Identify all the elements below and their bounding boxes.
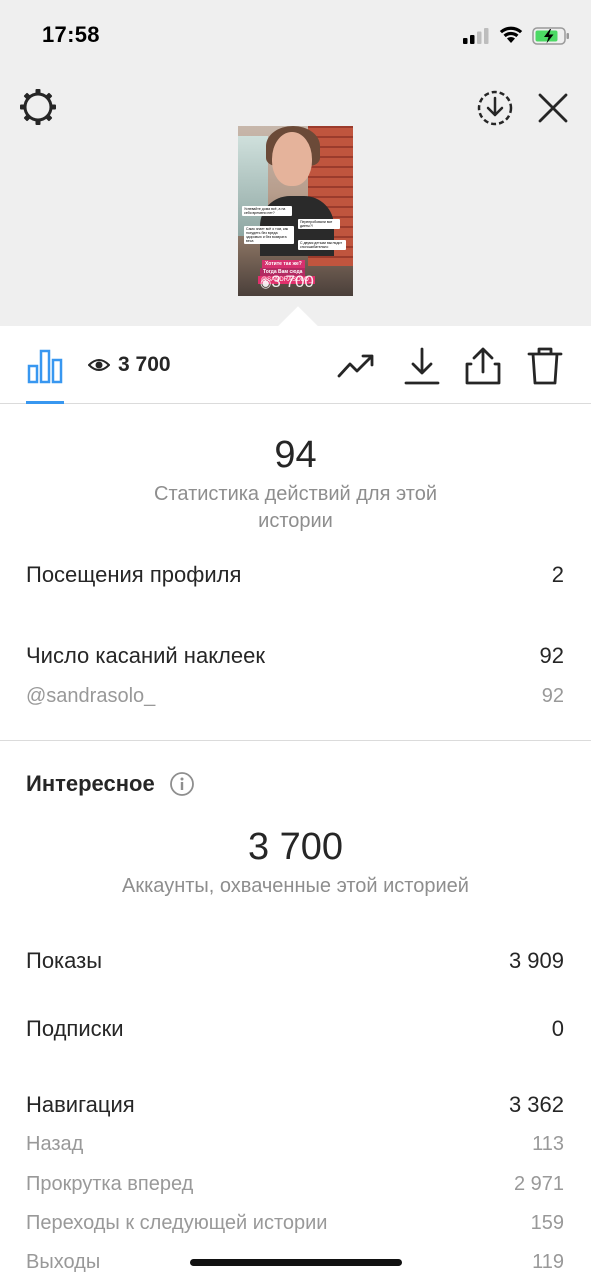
story-sticker-text: С двумя детьми выглядит сногсшибательно	[298, 240, 346, 250]
stat-value: 119	[532, 1251, 564, 1273]
stat-row-mention: @sandrasolo_ 92	[26, 685, 564, 708]
stat-row-follows: Подписки 0	[26, 1016, 564, 1042]
stat-row-navigation: Навигация 3 362	[26, 1092, 564, 1118]
stat-label: Навигация	[26, 1092, 135, 1117]
stat-label: Посещения профиля	[26, 562, 242, 587]
actions-caption: Статистика действий для этой истории	[154, 483, 437, 532]
thumb-views-overlay: ◉3 700	[260, 272, 314, 292]
cellular-signal-icon	[463, 28, 489, 44]
section-divider	[0, 740, 591, 741]
stat-row-impressions: Показы 3 909	[26, 948, 564, 974]
stat-value: 3 362	[508, 1092, 564, 1117]
status-time: 17:58	[42, 22, 100, 47]
close-icon[interactable]	[535, 90, 571, 126]
home-indicator[interactable]	[190, 1259, 402, 1266]
reach-total: 3 700	[247, 826, 344, 868]
download-icon[interactable]	[402, 346, 442, 386]
stat-label: Подписки	[26, 1016, 124, 1041]
stat-label: Показы	[26, 948, 103, 973]
stat-label: @sandrasolo_	[26, 685, 156, 707]
stat-value: 0	[551, 1016, 564, 1041]
stat-value: 113	[532, 1133, 564, 1155]
stat-label: Прокрутка вперед	[26, 1173, 194, 1195]
promote-trending-icon[interactable]	[337, 346, 377, 386]
views-count: 3 700	[118, 353, 171, 376]
share-icon[interactable]	[463, 346, 503, 386]
thumb-views-count: 3 700	[271, 272, 314, 291]
story-sticker-question: Хотите так же?	[262, 260, 305, 268]
views-indicator: 3 700	[88, 353, 171, 377]
stat-row-back: Назад 113	[26, 1133, 564, 1156]
story-header-area: 17:58 Успевайте дома всё, а на себя врем…	[0, 0, 591, 326]
story-sticker-text: Само знает всё о том, как похудеть без в…	[244, 226, 294, 244]
insights-sheet: 3 700 94 Статистика действий для этой ис…	[0, 326, 591, 1280]
stat-row-profile-visits: Посещения профиля 2	[26, 562, 564, 588]
battery-charging-icon	[532, 27, 569, 45]
stat-value: 2	[551, 562, 564, 587]
eye-icon	[88, 359, 110, 371]
wifi-icon	[499, 26, 523, 43]
info-icon[interactable]	[169, 771, 195, 797]
stat-row-next-story: Переходы к следующей истории 159	[26, 1212, 564, 1235]
actions-total: 94	[274, 434, 317, 476]
stat-row-sticker-taps: Число касаний наклеек 92	[26, 643, 564, 669]
stat-value: 92	[539, 643, 564, 668]
settings-gear-icon[interactable]	[17, 86, 59, 128]
insights-toolbar: 3 700	[0, 326, 591, 404]
save-download-icon[interactable]	[476, 89, 514, 127]
story-sticker-text: Успевайте дома всё, а на себя времени не…	[242, 206, 292, 216]
stat-label: Переходы к следующей истории	[26, 1212, 328, 1234]
stat-label: Число касаний наклеек	[26, 643, 265, 668]
bar-chart-icon[interactable]	[26, 348, 64, 384]
eye-icon: ◉	[260, 275, 272, 290]
discovery-section-title: Интересное	[26, 771, 195, 797]
active-tab-indicator	[26, 401, 64, 404]
reach-caption: Аккаунты, охваченные этой историей	[122, 875, 469, 897]
status-bar: 17:58	[0, 0, 591, 70]
stat-value: 3 909	[508, 948, 564, 973]
thumb-face	[272, 132, 312, 186]
story-sticker-text: Перепробовали все диеты?!	[298, 219, 340, 229]
stat-label: Назад	[26, 1133, 84, 1155]
stat-value: 2 971	[513, 1173, 564, 1195]
stat-label: Выходы	[26, 1251, 101, 1273]
stat-value: 92	[541, 685, 564, 707]
trash-icon[interactable]	[525, 346, 565, 386]
stat-value: 159	[530, 1212, 564, 1234]
stat-row-forward: Прокрутка вперед 2 971	[26, 1173, 564, 1196]
discovery-title: Интересное	[26, 771, 155, 796]
story-thumbnail[interactable]: Успевайте дома всё, а на себя времени не…	[238, 126, 353, 296]
